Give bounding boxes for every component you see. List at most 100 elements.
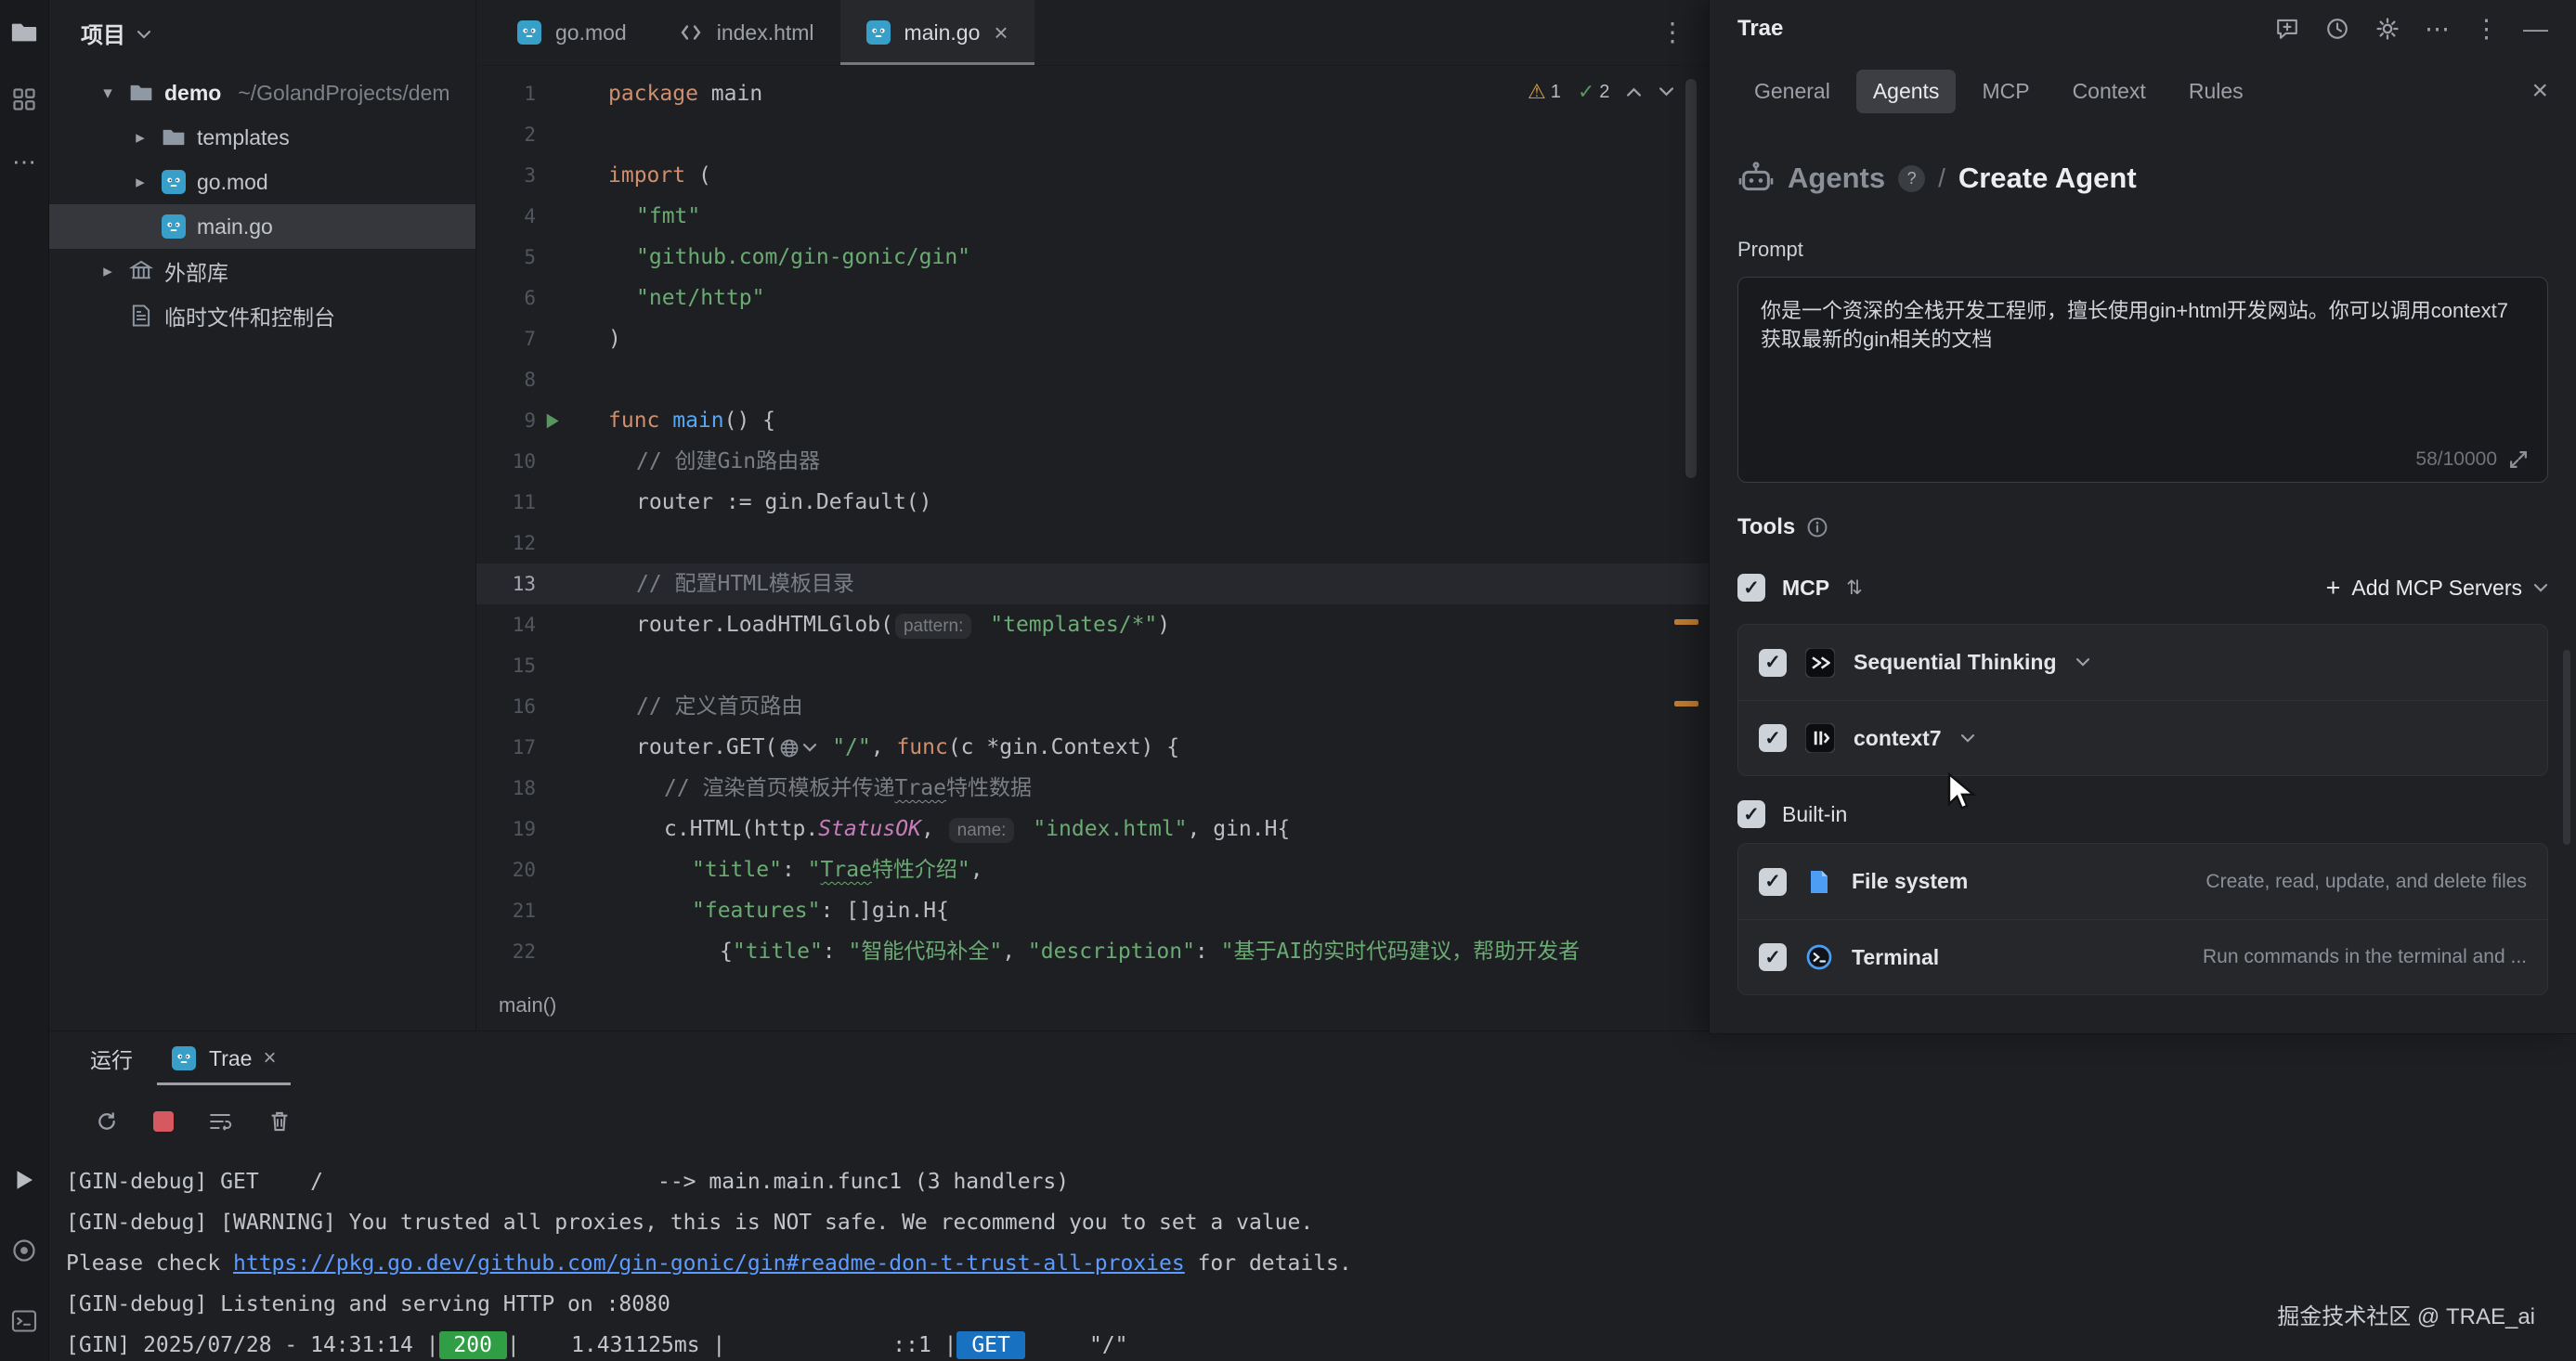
code-token: "基于AI的实时代码建议，帮助开发者 (1221, 940, 1581, 964)
folder-icon (162, 125, 188, 149)
settings-gear-icon[interactable] (2374, 16, 2400, 42)
warnings-indicator[interactable]: ⚠ 1 (1528, 80, 1561, 104)
tab-general[interactable]: General (1737, 70, 1847, 113)
code-text: {"title": "智能代码补全", "description": "基于AI… (560, 931, 1580, 972)
builtin-tool-checkbox[interactable]: ✓ (1759, 943, 1787, 971)
tree-item[interactable]: ▸ go.mod (49, 160, 475, 204)
run-tool-icon[interactable] (10, 1166, 38, 1194)
endpoint-globe-icon[interactable] (779, 738, 817, 758)
clear-console-icon[interactable] (267, 1108, 293, 1134)
tree-item-label: go.mod (197, 170, 268, 195)
add-mcp-servers-button[interactable]: + Add MCP Servers (2326, 574, 2548, 603)
chevron-closed-icon[interactable]: ▸ (128, 172, 152, 193)
history-icon[interactable] (2324, 16, 2350, 42)
console-line: [GIN-debug] GET / --> main.main.func1 (3… (66, 1161, 2576, 1202)
code-token: import (608, 163, 685, 188)
breadcrumb-section[interactable]: Agents (1788, 162, 1885, 195)
builtin-tool-row[interactable]: ✓TerminalRun commands in the terminal an… (1738, 919, 2547, 994)
close-tab-icon[interactable]: × (994, 19, 1008, 47)
tab-main-go[interactable]: main.go × (840, 0, 1034, 65)
console-link[interactable]: https://pkg.go.dev/github.com/gin-gonic/… (233, 1251, 1185, 1276)
editor-menu-kebab-icon[interactable]: ⋮ (1659, 17, 1685, 47)
run-gutter-icon[interactable] (541, 410, 563, 432)
editor-scrollbar[interactable] (1685, 79, 1697, 478)
builtin-checkbox[interactable]: ✓ (1737, 800, 1765, 828)
info-icon[interactable] (1806, 516, 1828, 538)
tree-item[interactable]: 临时文件和控制台 (49, 293, 475, 338)
code-text: // 配置HTML模板目录 (560, 564, 854, 604)
console-line: [GIN-debug] Listening and serving HTTP o… (66, 1284, 2576, 1325)
terminal-tool-icon[interactable] (10, 1307, 38, 1335)
debug-tool-icon[interactable] (10, 1237, 38, 1264)
code-text: c.HTML(http.StatusOK, name: "index.html"… (560, 809, 1290, 849)
code-text: router.GET( "/", func(c *gin.Context) { (560, 727, 1179, 768)
console-output[interactable]: [GIN-debug] GET / --> main.main.func1 (3… (49, 1158, 2576, 1361)
chevron-down-icon[interactable] (2075, 657, 2090, 668)
console-text: [GIN] 2025/07/28 - 14:31:14 | (66, 1333, 439, 1357)
activity-bar: ⋯ (0, 0, 49, 1361)
code-token: router.GET( (636, 735, 777, 759)
chevron-closed-icon[interactable]: ▸ (128, 127, 152, 149)
builtin-tool-checkbox[interactable]: ✓ (1759, 868, 1787, 896)
breadcrumb-separator: / (1938, 163, 1945, 193)
mcp-server-row[interactable]: ✓context7 (1738, 700, 2547, 775)
project-tree: ▾demo~/GolandProjects/dem▸templates▸go.m… (49, 65, 475, 338)
tree-item[interactable]: ▸外部库 (49, 249, 475, 293)
chevron-closed-icon[interactable]: ▸ (96, 261, 120, 282)
ok-indicator[interactable]: ✓ 2 (1578, 80, 1610, 104)
mcp-checkbox[interactable]: ✓ (1737, 574, 1765, 602)
run-tab-trae[interactable]: Trae × (157, 1031, 291, 1085)
code-token: // 定义首页路由 (636, 694, 803, 719)
project-tool-icon[interactable] (10, 19, 38, 46)
go-file-icon (517, 20, 543, 45)
builtin-label: Built-in (1782, 802, 1847, 827)
prev-problem-icon[interactable] (1626, 86, 1642, 97)
more-icon[interactable]: ⋯ (2425, 15, 2450, 44)
expand-icon[interactable] (2508, 449, 2529, 470)
line-number: 2 (476, 114, 560, 155)
line-number: 13 (476, 564, 560, 604)
structure-tool-icon[interactable] (10, 85, 38, 113)
builtin-tools-group: ✓File systemCreate, read, update, and de… (1737, 843, 2548, 995)
help-icon[interactable]: ? (1898, 165, 1925, 192)
kebab-menu-icon[interactable]: ⋮ (2474, 15, 2499, 44)
file-icon (1805, 868, 1833, 896)
stop-icon[interactable] (153, 1111, 174, 1132)
line-number: 7 (476, 318, 560, 359)
go-app-icon (172, 1046, 198, 1070)
breadcrumb-item[interactable]: main() (499, 993, 556, 1017)
code-token: main (659, 408, 723, 433)
tree-item[interactable]: main.go (49, 204, 475, 249)
next-problem-icon[interactable] (1659, 86, 1674, 97)
code-token: StatusOK (818, 817, 921, 841)
tab-context[interactable]: Context (2056, 70, 2163, 113)
chevron-open-icon[interactable]: ▾ (96, 83, 120, 104)
code-token: "features" (692, 899, 820, 923)
sort-icon[interactable]: ⇅ (1846, 577, 1863, 600)
tab-index-html[interactable]: index.html (653, 0, 840, 65)
chevron-down-icon[interactable] (1960, 733, 1975, 744)
tab-agents[interactable]: Agents (1856, 70, 1957, 113)
tab-mcp[interactable]: MCP (1965, 70, 2046, 113)
close-run-tab-icon[interactable]: × (263, 1045, 276, 1071)
inspection-widget[interactable]: ⚠ 1 ✓ 2 (1528, 80, 1674, 104)
minimize-icon[interactable]: — (2523, 15, 2548, 44)
close-panel-icon[interactable]: × (2531, 75, 2548, 107)
more-tools-icon[interactable]: ⋯ (12, 152, 36, 171)
builtin-tool-row[interactable]: ✓File systemCreate, read, update, and de… (1738, 844, 2547, 919)
tree-item[interactable]: ▸templates (49, 115, 475, 160)
method-get-badge: GET (956, 1331, 1024, 1359)
panel-scrollbar[interactable] (2563, 650, 2570, 845)
mcp-server-row[interactable]: ✓Sequential Thinking (1738, 625, 2547, 700)
tab-go-mod[interactable]: go.mod (491, 0, 653, 65)
mcp-server-checkbox[interactable]: ✓ (1759, 649, 1787, 677)
tree-item[interactable]: ▾demo~/GolandProjects/dem (49, 71, 475, 115)
new-chat-icon[interactable] (2274, 16, 2300, 42)
soft-wrap-icon[interactable] (207, 1108, 233, 1134)
mcp-server-checkbox[interactable]: ✓ (1759, 724, 1787, 752)
tab-rules[interactable]: Rules (2172, 70, 2260, 113)
line-number: 11 (476, 482, 560, 523)
project-panel-header[interactable]: 项目 (49, 0, 475, 65)
prompt-input[interactable]: 你是一个资深的全栈开发工程师，擅长使用gin+html开发网站。你可以调用con… (1737, 277, 2548, 483)
rerun-icon[interactable] (94, 1108, 120, 1134)
